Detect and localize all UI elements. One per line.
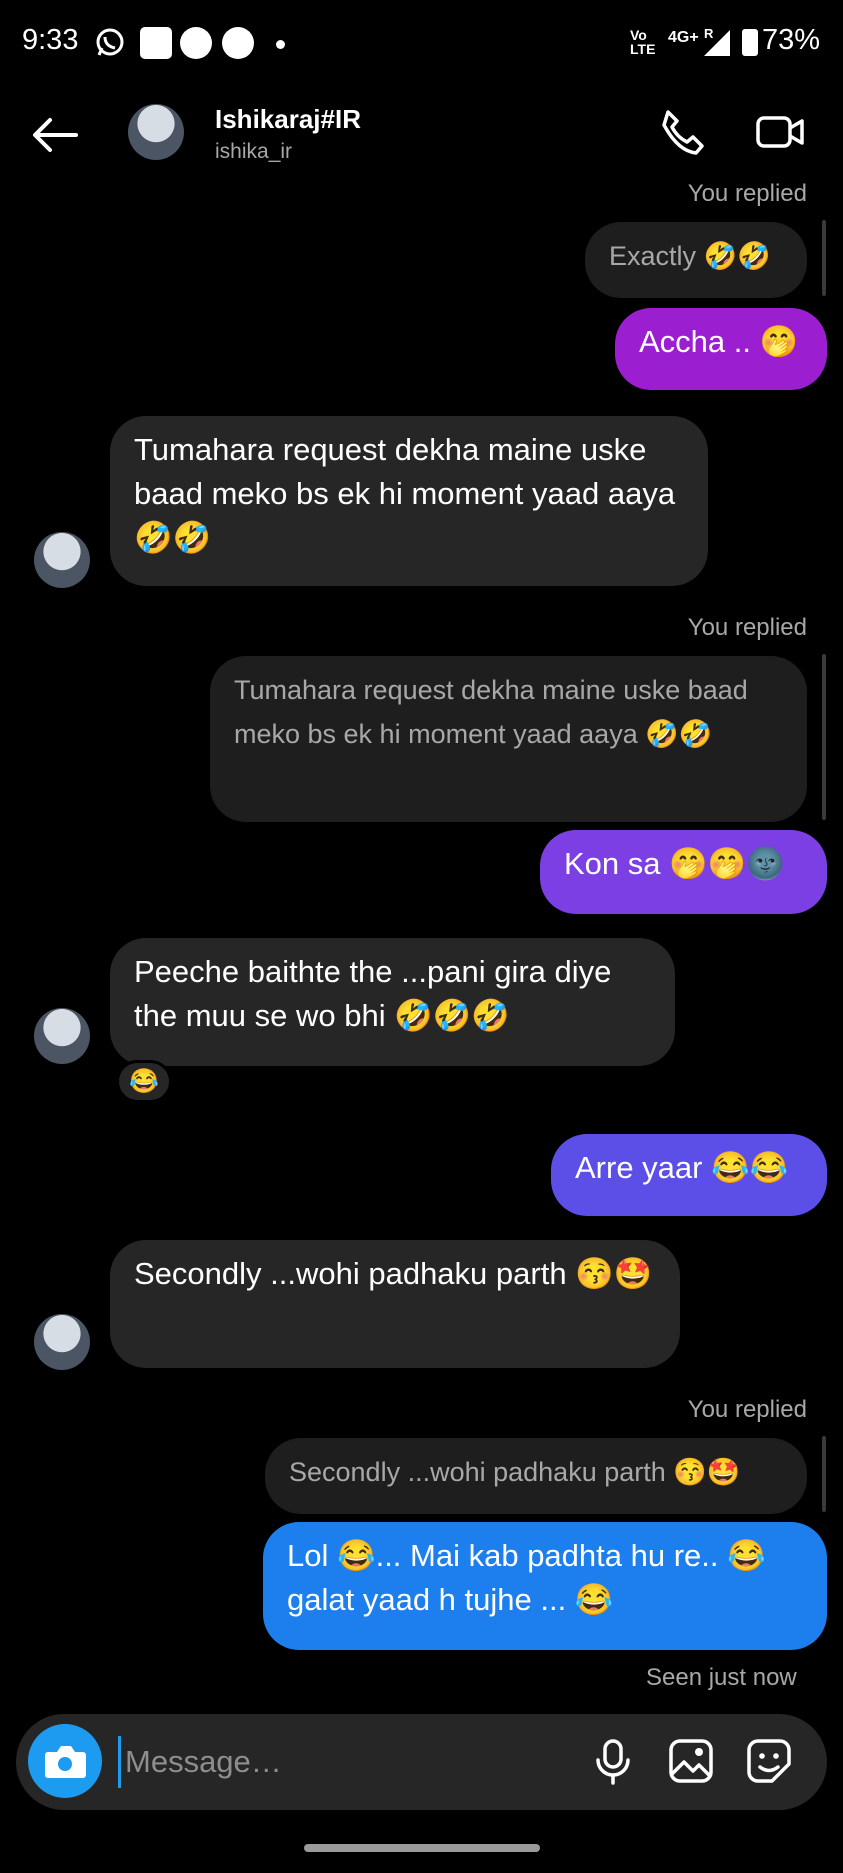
back-arrow-icon[interactable] bbox=[30, 110, 80, 160]
profile-name[interactable]: Ishikaraj#IR bbox=[215, 104, 361, 135]
quote-bar bbox=[822, 1436, 826, 1512]
battery-level: 73% bbox=[762, 24, 821, 56]
quote-bar bbox=[822, 654, 826, 820]
sent-message[interactable]: Accha .. 🤭 bbox=[615, 308, 827, 390]
reaction-badge[interactable]: 😂 bbox=[116, 1060, 172, 1103]
snapchat-icon bbox=[180, 27, 212, 59]
replied-label: You replied bbox=[687, 1396, 807, 1423]
network-type: 4G+ bbox=[668, 29, 699, 46]
gallery-icon[interactable] bbox=[666, 1736, 716, 1786]
status-bar: 9:33 Vo LTE 4G+ R 73% bbox=[0, 0, 843, 90]
received-message[interactable]: Tumahara request dekha maine uske baad m… bbox=[110, 416, 708, 586]
sent-message[interactable]: Kon sa 🤭🤭🌚 bbox=[540, 830, 827, 914]
status-time: 9:33 bbox=[22, 24, 79, 56]
camera-button[interactable] bbox=[28, 1724, 102, 1798]
battery-icon bbox=[742, 29, 758, 56]
video-icon[interactable] bbox=[754, 106, 806, 158]
snapchat-icon bbox=[222, 27, 254, 59]
message-input[interactable] bbox=[118, 1736, 577, 1788]
seen-status: Seen just now bbox=[646, 1664, 797, 1691]
microphone-icon[interactable] bbox=[588, 1736, 638, 1786]
sent-message[interactable]: Arre yaar 😂😂 bbox=[551, 1134, 827, 1216]
quoted-message[interactable]: Tumahara request dekha maine uske baad m… bbox=[210, 656, 807, 822]
quoted-message[interactable]: Secondly ...wohi padhaku parth 😚🤩 bbox=[265, 1438, 807, 1514]
more-notifications-dot bbox=[276, 40, 285, 49]
avatar[interactable] bbox=[34, 1008, 90, 1064]
sent-message[interactable]: Lol 😂... Mai kab padhta hu re.. 😂 galat … bbox=[263, 1522, 827, 1650]
whatsapp-icon bbox=[94, 27, 126, 59]
profile-username[interactable]: ishika_ir bbox=[215, 140, 292, 164]
quote-bar bbox=[822, 220, 826, 296]
signal-icon bbox=[704, 30, 730, 56]
quoted-message[interactable]: Exactly 🤣🤣 bbox=[585, 222, 807, 298]
sticker-icon[interactable] bbox=[744, 1736, 794, 1786]
replied-label: You replied bbox=[687, 614, 807, 641]
notes-icon bbox=[140, 27, 172, 59]
home-indicator[interactable] bbox=[304, 1844, 540, 1852]
volte-indicator: Vo LTE bbox=[630, 27, 656, 57]
received-message[interactable]: Peeche baithte the ...pani gira diye the… bbox=[110, 938, 675, 1066]
phone-icon[interactable] bbox=[656, 106, 708, 158]
avatar[interactable] bbox=[128, 104, 184, 160]
received-message[interactable]: Secondly ...wohi padhaku parth 😚🤩 bbox=[110, 1240, 680, 1368]
camera-icon bbox=[45, 1746, 86, 1778]
replied-label: You replied bbox=[687, 180, 807, 207]
avatar[interactable] bbox=[34, 1314, 90, 1370]
avatar[interactable] bbox=[34, 532, 90, 588]
